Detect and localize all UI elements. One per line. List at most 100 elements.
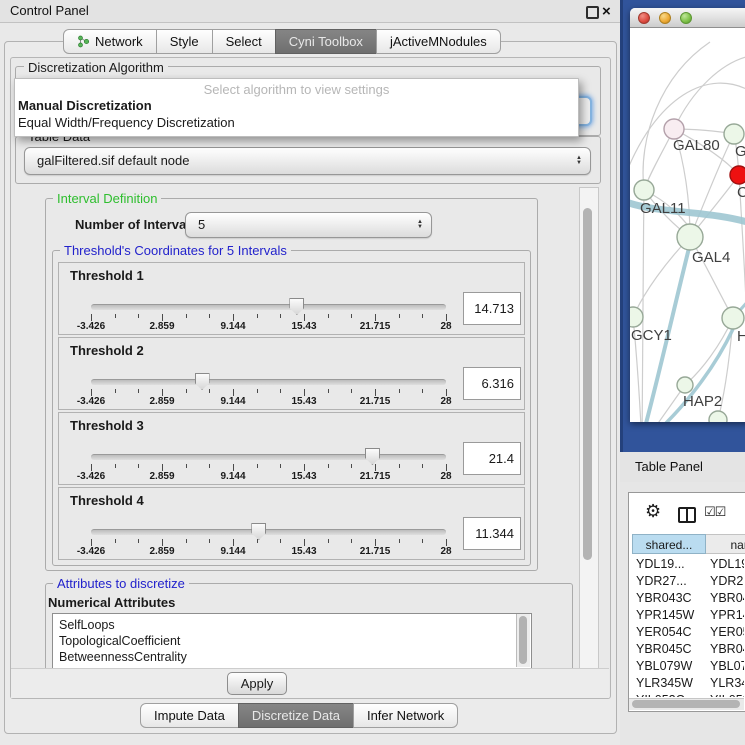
cell-shared-name[interactable]: YBL079W — [629, 658, 701, 675]
threshold-value-field[interactable]: 21.4 — [463, 442, 521, 475]
number-of-intervals-combobox[interactable]: 5 ▲▼ — [185, 212, 432, 238]
attributes-list-scrollbar[interactable] — [516, 614, 530, 667]
cell-name[interactable]: YBR045C — [701, 641, 744, 658]
network-edge[interactable] — [642, 190, 644, 422]
numerical-attributes-label: Numerical Attributes — [48, 595, 175, 610]
table-row[interactable]: YBR045CYBR045C — [629, 641, 744, 658]
popup-option-equal-width-frequency[interactable]: Equal Width/Frequency Discretization — [18, 115, 235, 130]
column-header-shared-name[interactable]: shared... — [632, 534, 706, 554]
table-row[interactable]: YDL19...YDL19... — [629, 556, 744, 573]
network-node-g[interactable] — [724, 124, 744, 144]
table-row[interactable]: YBL079WYBL079W — [629, 658, 744, 675]
network-node-label: HAP2 — [683, 393, 722, 410]
table-row[interactable]: YER054CYER054C — [629, 624, 744, 641]
cell-name[interactable]: YIL052C — [701, 692, 744, 697]
cell-shared-name[interactable]: YIL052C — [629, 692, 701, 697]
network-window-titlebar[interactable] — [630, 8, 745, 28]
attribute-item-selfloops[interactable]: SelfLoops — [53, 617, 531, 633]
scrollbar-thumb[interactable] — [583, 208, 592, 560]
tab-style[interactable]: Style — [156, 29, 213, 54]
attribute-item-betweennesscentrality[interactable]: BetweennessCentrality — [53, 649, 531, 665]
apply-button[interactable]: Apply — [227, 672, 287, 695]
network-graph: GAL80GCGAL11GAL4GCY1HHAP2 — [630, 28, 745, 422]
tab-impute-data[interactable]: Impute Data — [140, 703, 239, 728]
network-node-gal80[interactable] — [664, 119, 684, 139]
table-row[interactable]: YPR145WYPR145W — [629, 607, 744, 624]
tab-network[interactable]: Network — [63, 29, 157, 54]
network-node-gcy1[interactable] — [630, 307, 643, 327]
table-row[interactable]: YDR27...YDR27... — [629, 573, 744, 590]
cell-shared-name[interactable]: YPR145W — [629, 607, 701, 624]
tab-discretize-data[interactable]: Discretize Data — [238, 703, 354, 728]
slider-track[interactable] — [91, 379, 446, 385]
split-columns-icon[interactable] — [678, 507, 696, 523]
stepper-icon: ▲▼ — [576, 156, 582, 166]
slider-handle[interactable] — [195, 373, 210, 390]
threshold-value-field[interactable]: 6.316 — [463, 367, 521, 400]
column-header-name[interactable]: name — [706, 534, 745, 554]
table-data-combobox[interactable]: galFiltered.sif default node ▲▼ — [24, 147, 591, 175]
network-edge[interactable] — [674, 56, 745, 129]
popup-option-manual-discretization[interactable]: Manual Discretization — [18, 98, 152, 113]
attribute-item-topologicalcoefficient[interactable]: TopologicalCoefficient — [53, 633, 531, 649]
network-canvas[interactable]: GAL80GCGAL11GAL4GCY1HHAP2 — [630, 28, 745, 422]
tab-cyni-toolbox[interactable]: Cyni Toolbox — [275, 29, 377, 54]
table-horizontal-scrollbar[interactable] — [629, 698, 744, 710]
network-node-label: GCY1 — [631, 327, 672, 344]
zoom-traffic-light-icon[interactable] — [680, 12, 692, 24]
network-node-h[interactable] — [722, 307, 744, 329]
slider-handle[interactable] — [251, 523, 266, 540]
tab-jactivemnodules[interactable]: jActiveMNodules — [376, 29, 501, 54]
threshold-value-field[interactable]: 11.344 — [463, 517, 521, 550]
tab-infer-network[interactable]: Infer Network — [353, 703, 458, 728]
control-panel: Control Panel × NetworkStyleSelectCyni T… — [0, 0, 620, 745]
network-node-label: H — [737, 328, 745, 345]
checkbox-icons[interactable]: ☑☑ — [704, 504, 725, 520]
slider-track[interactable] — [91, 529, 446, 535]
cell-name[interactable]: YLR345W — [701, 675, 744, 692]
cell-shared-name[interactable]: YER054C — [629, 624, 701, 641]
close-traffic-light-icon[interactable] — [638, 12, 650, 24]
cell-name[interactable]: YDR27... — [701, 573, 744, 590]
slider-track[interactable] — [91, 454, 446, 460]
cell-name[interactable]: YER054C — [701, 624, 744, 641]
cell-name[interactable]: YBL079W — [701, 658, 744, 675]
threshold-panel-2: Threshold 2-3.4262.8599.14415.4321.71528… — [58, 337, 525, 410]
network-node-c[interactable] — [730, 166, 745, 184]
network-node[interactable] — [709, 411, 727, 422]
cell-name[interactable]: YPR145W — [701, 607, 744, 624]
slider-handle[interactable] — [289, 298, 304, 315]
cell-shared-name[interactable]: YLR345W — [629, 675, 701, 692]
cell-shared-name[interactable]: YBR045C — [629, 641, 701, 658]
tab-label: Select — [226, 30, 262, 53]
cell-name[interactable]: YBR043C — [701, 590, 744, 607]
cell-shared-name[interactable]: YDR27... — [629, 573, 701, 590]
table-row[interactable]: YBR043CYBR043C — [629, 590, 744, 607]
network-edge[interactable] — [642, 420, 718, 422]
threshold-value-field[interactable]: 14.713 — [463, 292, 521, 325]
gear-icon[interactable]: ⚙ — [645, 502, 661, 520]
tab-label: jActiveMNodules — [390, 30, 487, 53]
cell-name[interactable]: YDL19... — [701, 556, 744, 573]
number-of-intervals-value: 5 — [198, 213, 205, 237]
table-row[interactable]: YLR345WYLR345W — [629, 675, 744, 692]
cell-shared-name[interactable]: YBR043C — [629, 590, 701, 607]
slider-handle[interactable] — [365, 448, 380, 465]
numerical-attributes-list[interactable]: SelfLoopsTopologicalCoefficientBetweenne… — [52, 613, 532, 670]
close-icon[interactable]: × — [602, 1, 611, 23]
tab-select[interactable]: Select — [212, 29, 276, 54]
scrollbar-thumb[interactable] — [519, 616, 527, 664]
minimize-traffic-light-icon[interactable] — [659, 12, 671, 24]
float-window-icon[interactable] — [586, 6, 599, 19]
network-node-gal11[interactable] — [634, 180, 654, 200]
slider-track[interactable] — [91, 304, 446, 310]
scrollbar-thumb[interactable] — [632, 700, 740, 708]
network-edge[interactable] — [643, 42, 710, 190]
algorithm-popup: Select algorithm to view settings Manual… — [14, 78, 579, 137]
network-edge[interactable] — [685, 318, 733, 385]
table-row[interactable]: YIL052CYIL052C — [629, 692, 744, 697]
network-node-hap2[interactable] — [677, 377, 693, 393]
panel-vertical-scrollbar[interactable] — [579, 187, 599, 669]
network-node-gal4[interactable] — [677, 224, 703, 250]
cell-shared-name[interactable]: YDL19... — [629, 556, 701, 573]
